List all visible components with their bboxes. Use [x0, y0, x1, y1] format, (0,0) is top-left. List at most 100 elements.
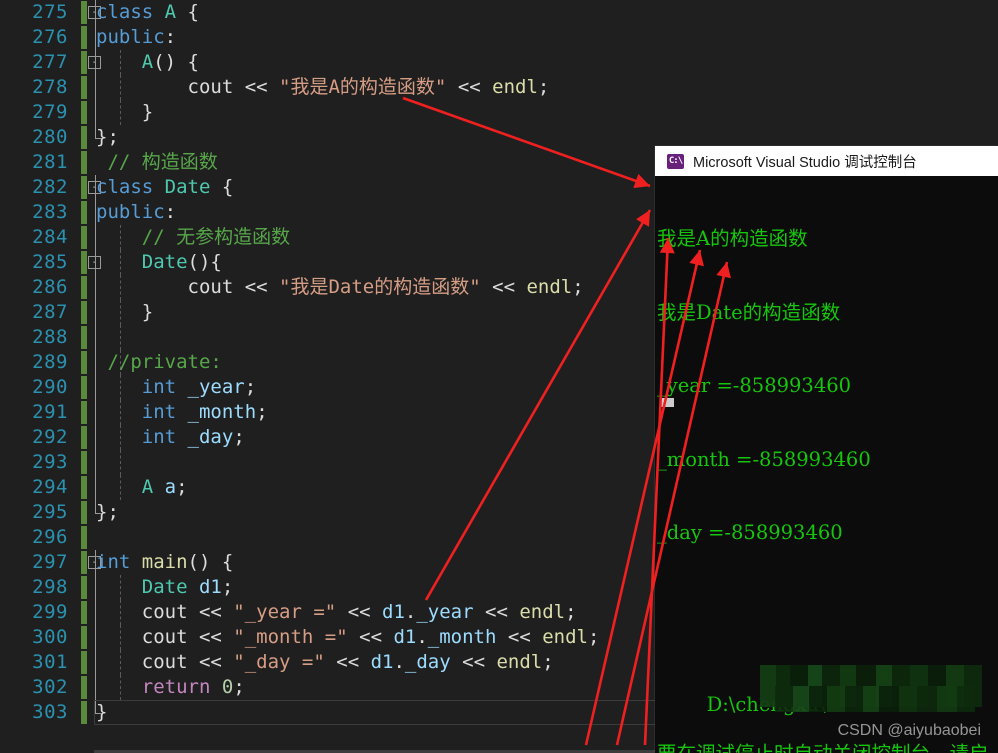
code-text[interactable]: return 0;: [96, 675, 245, 700]
code-text[interactable]: cout << "_month =" << d1._month << endl;: [96, 625, 600, 650]
code-text[interactable]: class A {: [96, 0, 199, 25]
line-number: 281: [32, 151, 68, 173]
debug-console-window[interactable]: C:\ Microsoft Visual Studio 调试控制台 我是A的构造…: [655, 146, 998, 753]
code-text[interactable]: }: [96, 700, 107, 725]
code-text[interactable]: };: [96, 500, 119, 525]
code-text[interactable]: }: [96, 100, 153, 125]
change-indicator-bar: [81, 26, 87, 49]
code-text[interactable]: public:: [96, 200, 176, 225]
change-indicator-bar: [81, 676, 87, 699]
code-text[interactable]: public:: [96, 25, 176, 50]
code-text[interactable]: };: [96, 125, 119, 150]
code-line[interactable]: 299 cout << "_year =" << d1._year << end…: [0, 600, 658, 625]
code-text[interactable]: class Date {: [96, 175, 233, 200]
line-number: 301: [32, 651, 68, 673]
console-title-text: Microsoft Visual Studio 调试控制台: [693, 154, 917, 171]
change-indicator-bar: [81, 601, 87, 624]
change-indicator-bar: [81, 76, 87, 99]
code-line[interactable]: 295};: [0, 500, 658, 525]
current-line-highlight: [94, 700, 656, 725]
code-line[interactable]: 287 }: [0, 300, 658, 325]
line-number: 294: [32, 476, 68, 498]
code-text[interactable]: A() {: [96, 50, 199, 75]
line-number: 300: [32, 626, 68, 648]
change-indicator-bar: [81, 1, 87, 24]
change-indicator-bar: [81, 426, 87, 449]
code-text[interactable]: cout << "我是A的构造函数" << endl;: [96, 75, 550, 100]
change-indicator-bar: [81, 501, 87, 524]
code-text[interactable]: A a;: [96, 475, 188, 500]
code-text[interactable]: Date d1;: [96, 575, 234, 600]
code-line[interactable]: 275- class A {: [0, 0, 658, 25]
line-number: 287: [32, 301, 68, 323]
code-line[interactable]: 280};: [0, 125, 658, 150]
code-text[interactable]: cout << "我是Date的构造函数" << endl;: [96, 275, 584, 300]
code-lines-container[interactable]: 275- class A {276 public: 277- A() {278 cou…: [0, 0, 658, 725]
line-number: 284: [32, 226, 68, 248]
change-indicator-bar: [81, 276, 87, 299]
code-line[interactable]: 292 int _day;: [0, 425, 658, 450]
code-text[interactable]: int _month;: [96, 400, 268, 425]
code-line[interactable]: 285- Date(){: [0, 250, 658, 275]
block-bracket-line: [95, 325, 96, 350]
code-line[interactable]: 300 cout << "_month =" << d1._month << e…: [0, 625, 658, 650]
change-indicator-bar: [81, 376, 87, 399]
code-text[interactable]: int _day;: [96, 425, 245, 450]
code-line[interactable]: 303}: [0, 700, 658, 725]
change-indicator-bar: [81, 151, 87, 174]
code-text[interactable]: // 无参构造函数: [96, 225, 290, 250]
change-indicator-bar: [81, 201, 87, 224]
console-title-bar[interactable]: C:\ Microsoft Visual Studio 调试控制台: [655, 146, 998, 176]
code-line[interactable]: 302 return 0;: [0, 675, 658, 700]
line-number: 286: [32, 276, 68, 298]
line-number: 298: [32, 576, 68, 598]
code-line[interactable]: 290 int _year;: [0, 375, 658, 400]
change-indicator-bar: [81, 551, 87, 574]
line-number: 288: [32, 326, 68, 348]
code-text[interactable]: Date(){: [96, 250, 222, 275]
code-text[interactable]: // 构造函数: [96, 150, 217, 175]
code-text[interactable]: int main() {: [96, 550, 233, 575]
code-text[interactable]: cout << "_day =" << d1._day << endl;: [96, 650, 554, 675]
line-number: 282: [32, 176, 68, 198]
block-bracket-line: [95, 450, 96, 475]
change-indicator-bar: [81, 176, 87, 199]
line-number: 278: [32, 76, 68, 98]
console-cursor: [660, 398, 674, 407]
code-text[interactable]: int _year;: [96, 375, 256, 400]
code-editor[interactable]: 275- class A {276 public: 277- A() {278 cou…: [0, 0, 658, 753]
code-line[interactable]: 283 public:: [0, 200, 658, 225]
code-line[interactable]: 291 int _month;: [0, 400, 658, 425]
change-indicator-bar: [81, 701, 87, 724]
code-line[interactable]: 284 // 无参构造函数: [0, 225, 658, 250]
code-line[interactable]: 281 // 构造函数: [0, 150, 658, 175]
console-output: 我是A的构造函数 我是Date的构造函数 _year =-858993460 _…: [655, 176, 998, 753]
code-line[interactable]: 277- A() {: [0, 50, 658, 75]
code-line[interactable]: 298 Date d1;: [0, 575, 658, 600]
code-line[interactable]: 301 cout << "_day =" << d1._day << endl;: [0, 650, 658, 675]
change-indicator-bar: [81, 451, 87, 474]
indent-guide: [119, 450, 121, 475]
change-indicator-bar: [81, 351, 87, 374]
code-line[interactable]: 293: [0, 450, 658, 475]
code-line[interactable]: 289 //private:: [0, 350, 658, 375]
change-indicator-bar: [81, 51, 87, 74]
code-line[interactable]: 286 cout << "我是Date的构造函数" << endl;: [0, 275, 658, 300]
console-line: 我是Date的构造函数: [657, 300, 841, 324]
code-line[interactable]: 276 public:: [0, 25, 658, 50]
line-number: 277: [32, 51, 68, 73]
code-text[interactable]: //private:: [96, 350, 221, 375]
change-indicator-bar: [81, 126, 87, 149]
line-number: 279: [32, 101, 68, 123]
code-line[interactable]: 278 cout << "我是A的构造函数" << endl;: [0, 75, 658, 100]
code-line[interactable]: 282- class Date {: [0, 175, 658, 200]
code-line[interactable]: 288: [0, 325, 658, 350]
code-line[interactable]: 297- int main() {: [0, 550, 658, 575]
code-text[interactable]: cout << "_year =" << d1._year << endl;: [96, 600, 577, 625]
console-line: 我是A的构造函数: [657, 227, 808, 250]
change-indicator-bar: [81, 101, 87, 124]
code-line[interactable]: 296: [0, 525, 658, 550]
code-text[interactable]: }: [96, 300, 153, 325]
code-line[interactable]: 294 A a;: [0, 475, 658, 500]
code-line[interactable]: 279 }: [0, 100, 658, 125]
